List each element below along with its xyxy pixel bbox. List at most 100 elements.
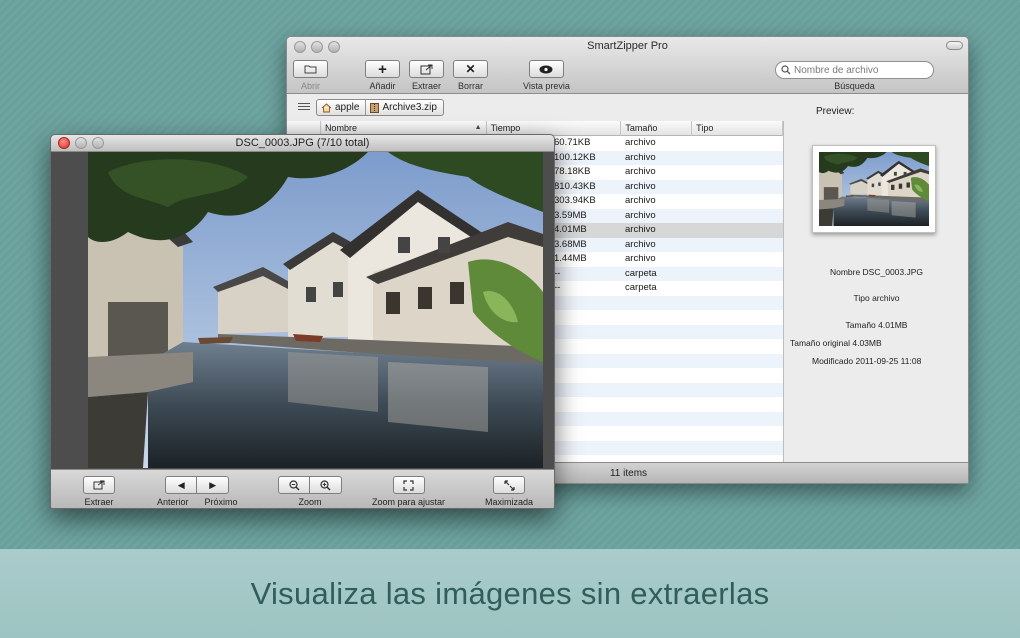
fit-tool[interactable]: Zoom para ajustar [372, 476, 445, 507]
extract-label: Extraer [411, 81, 441, 91]
maximize-button[interactable] [493, 476, 525, 494]
cell-type: carpeta [625, 282, 657, 293]
zoom-to-fit-button[interactable] [392, 476, 425, 494]
list-view-icon[interactable] [298, 103, 310, 111]
sort-ascending-icon: ▲ [474, 124, 482, 131]
window-title: SmartZipper Pro [587, 40, 668, 52]
viewer-extract-button[interactable] [83, 476, 115, 494]
previous-button[interactable]: ◀ [165, 476, 198, 494]
header-name-label: Nombre [324, 123, 357, 133]
cell-size: 810.43KB [554, 180, 596, 192]
zoom-out-icon [288, 479, 300, 491]
plus-icon: + [378, 60, 387, 78]
cell-type: archivo [625, 224, 656, 235]
header-time-label: Tiempo [490, 123, 521, 133]
breadcrumb-item-home[interactable]: apple [317, 100, 365, 115]
fit-screen-icon [403, 479, 414, 491]
delete-tool[interactable]: ✕ Borrar [453, 60, 488, 91]
delete-button[interactable]: ✕ [453, 60, 488, 78]
cell-size: 1.44MB [554, 253, 587, 264]
folder-icon [304, 65, 317, 74]
preview-info-original-size: Tamaño original 4.03MB [790, 338, 882, 348]
preview-info-modified: Modificado 2011-09-25 11:08 [812, 356, 922, 366]
viewer-extract-label: Extraer [84, 497, 114, 507]
expand-icon [503, 479, 515, 491]
cell-type: archivo [625, 253, 656, 264]
main-toolbar: SmartZipper Pro Abrir + Añadir Extraer ✕… [287, 37, 968, 94]
cell-size: 3.68MB [554, 238, 587, 250]
zoom-in-button[interactable] [310, 476, 342, 494]
delete-label: Borrar [457, 81, 483, 91]
next-button[interactable]: ▶ [197, 476, 230, 494]
nav-labels: Anterior Próximo [157, 494, 238, 507]
path-bar: apple Archive3.zip [287, 95, 784, 121]
triangle-right-icon: ▶ [209, 479, 217, 490]
viewer-extract-tool[interactable]: Extraer [83, 476, 115, 507]
preview-tool[interactable]: Vista previa [523, 60, 570, 91]
viewer-toolbar: Extraer ◀ ▶ Anterior Próximo Zoom Zoom p… [51, 469, 554, 508]
zoom-to-fit-label: Zoom para ajustar [372, 497, 446, 507]
header-size[interactable]: Tamaño [621, 121, 693, 136]
preview-info-name: Nombre DSC_0003.JPG [829, 267, 924, 277]
viewer-titlebar: DSC_0003.JPG (7/10 total) [51, 135, 554, 152]
cell-type: archivo [625, 209, 656, 221]
preview-button[interactable] [528, 60, 564, 78]
export-icon [93, 480, 105, 490]
cell-type: archivo [625, 166, 656, 177]
zoom-segmented-control [278, 476, 342, 494]
maximize-label: Maximizada [485, 497, 534, 507]
add-button[interactable]: + [365, 60, 400, 78]
image-viewer-window: DSC_0003.JPG (7/10 total) Extraer ◀ ▶ An… [50, 134, 555, 509]
cell-size: 100.12KB [554, 151, 596, 163]
cell-type: archivo [625, 137, 656, 148]
header-type-label: Tipo [696, 123, 714, 133]
preview-title: Preview: [816, 106, 855, 117]
previous-label: Anterior [157, 497, 189, 507]
header-type[interactable]: Tipo [692, 121, 783, 136]
cell-size: -- [554, 267, 561, 279]
preview-info-size: Tamaño 4.01MB [845, 320, 908, 330]
cell-type: archivo [625, 195, 656, 206]
cell-size: 60.71KB [554, 137, 591, 148]
zoom-label: Zoom [298, 497, 322, 507]
navigation-group: ◀ ▶ Anterior Próximo [157, 476, 238, 507]
search-field[interactable] [775, 61, 934, 79]
cell-type: archivo [625, 180, 656, 192]
open-button[interactable] [293, 60, 328, 78]
image-stage [51, 152, 554, 470]
extract-button[interactable] [409, 60, 444, 78]
cell-type: carpeta [625, 267, 657, 279]
viewer-title: DSC_0003.JPG (7/10 total) [235, 137, 370, 149]
cell-type: archivo [625, 151, 656, 163]
canal-photo-thumbnail [819, 152, 929, 226]
toolbar-toggle-button[interactable] [946, 41, 963, 50]
zoom-in-icon [320, 479, 331, 491]
preview-info-type: Tipo archivo [853, 293, 900, 303]
home-icon [321, 102, 332, 112]
preview-thumbnail [812, 145, 936, 233]
cell-type: archivo [625, 238, 656, 250]
magnifier-icon [781, 65, 791, 75]
extract-tool[interactable]: Extraer [409, 60, 444, 91]
breadcrumb: apple Archive3.zip [316, 99, 444, 116]
cell-size: 303.94KB [554, 195, 596, 206]
x-icon: ✕ [465, 62, 476, 76]
nav-segmented-control: ◀ ▶ [165, 476, 230, 494]
breadcrumb-label: Archive3.zip [382, 102, 437, 113]
zip-archive-icon [370, 102, 380, 113]
add-tool[interactable]: + Añadir [365, 60, 400, 91]
caption-band: Visualiza las imágenes sin extraerlas [0, 549, 1020, 638]
preview-label: Vista previa [523, 81, 570, 91]
export-icon [420, 64, 433, 74]
zoom-out-button[interactable] [278, 476, 310, 494]
cell-size: -- [554, 282, 561, 293]
open-label: Abrir [300, 81, 320, 91]
maximize-tool[interactable]: Maximizada [485, 476, 533, 507]
preview-pane: Preview: Nombre DSC_0003.JPG Tipo archiv… [784, 95, 968, 462]
next-label: Próximo [204, 497, 238, 507]
search-input[interactable] [794, 64, 924, 76]
cell-size: 3.59MB [554, 209, 587, 221]
canal-photo [88, 152, 543, 468]
breadcrumb-item-archive[interactable]: Archive3.zip [365, 100, 442, 115]
open-tool[interactable]: Abrir [293, 60, 328, 91]
